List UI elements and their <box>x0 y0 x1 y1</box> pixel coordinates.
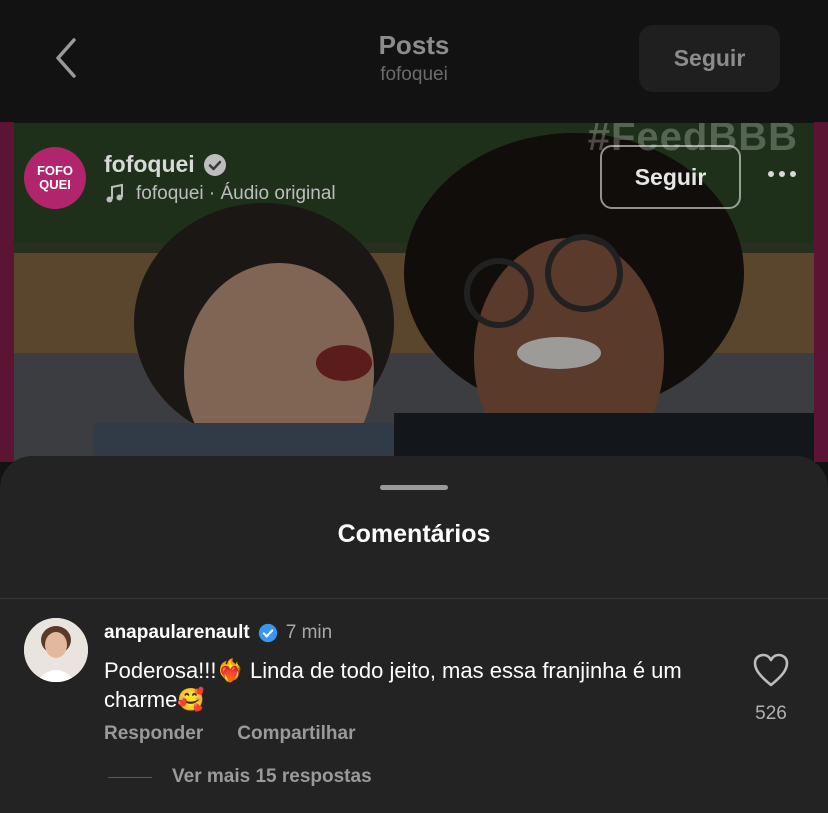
comment-username[interactable]: anapaularenault <box>104 622 250 644</box>
logo-text-top: FOFO <box>36 163 74 178</box>
media-frame-right <box>814 122 828 462</box>
post-media[interactable]: #FeedBBB FOFO QUEI fofoquei fofoquei · Á… <box>14 123 814 493</box>
view-replies-label: Ver mais 15 respostas <box>172 766 372 787</box>
comment-header: anapaularenault 7 min <box>104 622 332 644</box>
reply-button[interactable]: Responder <box>104 723 203 745</box>
comment-text: Poderosa!!!❤️‍🔥 Linda de todo jeito, mas… <box>104 658 682 712</box>
comments-sheet: Comentários anapaularenault 7 min Podero… <box>0 456 828 813</box>
post-account[interactable]: fofoquei <box>104 151 227 178</box>
verified-badge-icon <box>203 153 226 176</box>
media-frame-left <box>0 122 14 462</box>
music-note-icon <box>106 183 123 203</box>
avatar-image <box>24 618 88 682</box>
replies-line <box>108 776 152 778</box>
share-button[interactable]: Compartilhar <box>237 723 355 745</box>
more-options-icon[interactable] <box>768 171 796 177</box>
comment-actions: Responder Compartilhar <box>104 723 356 745</box>
comment-time: 7 min <box>285 622 333 643</box>
media-follow-button[interactable]: Seguir <box>600 145 741 209</box>
follow-button[interactable]: Seguir <box>639 25 780 92</box>
divider <box>0 598 828 599</box>
verified-icon <box>258 623 277 643</box>
sheet-title: Comentários <box>337 520 491 548</box>
top-bar: Posts fofoquei Seguir <box>0 0 828 122</box>
audio-info[interactable]: fofoquei · Áudio original <box>104 183 336 205</box>
avatar[interactable] <box>24 618 88 682</box>
account-logo[interactable]: FOFO QUEI <box>24 147 86 209</box>
logo-text-bottom: QUEI <box>39 177 71 192</box>
sheet-handle[interactable] <box>380 485 448 490</box>
account-name: fofoquei <box>104 151 195 177</box>
heart-icon[interactable] <box>752 652 790 688</box>
audio-label: fofoquei · Áudio original <box>136 183 336 204</box>
like-count: 526 <box>755 703 787 724</box>
view-replies-button[interactable]: Ver mais 15 respostas <box>108 766 372 788</box>
